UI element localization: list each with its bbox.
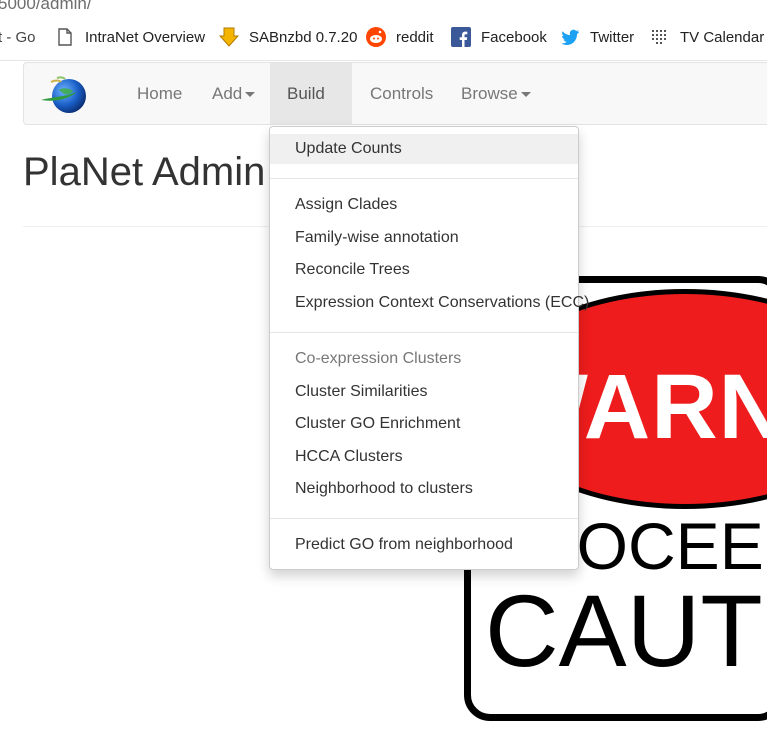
menu-divider [270,178,578,179]
top-navbar: Home Add Build Controls Browse [23,62,767,159]
caret-down-icon [520,92,531,98]
menu-item-ecc[interactable]: Expression Context Conservations (ECC) [270,288,589,318]
url-text: 5000/admin/ [0,0,92,13]
menu-item-cluster-go-enrichment[interactable]: Cluster GO Enrichment [270,409,578,439]
bookmark-sabnzbd[interactable]: SABnzbd 0.7.20 [218,26,357,48]
menu-item-assign-clades[interactable]: Assign Clades [270,190,578,220]
menu-divider [270,518,578,519]
reddit-icon [366,27,386,47]
bookmark-facebook[interactable]: Facebook [451,26,547,48]
twitter-icon [560,27,580,47]
tv-calendar-icon [650,27,670,47]
bookmark-truncated[interactable]: t - Go [0,26,36,48]
bookmark-intranet-overview[interactable]: IntraNet Overview [55,26,205,48]
menu-item-hcca-clusters[interactable]: HCCA Clusters [270,442,578,472]
sabnzbd-icon [218,27,240,47]
menu-item-neighborhood-to-clusters[interactable]: Neighborhood to clusters [270,474,578,504]
menu-item-reconcile-trees[interactable]: Reconcile Trees [270,255,578,285]
build-dropdown-menu: Update Counts Assign Clades Family-wise … [269,126,589,570]
page-icon [55,27,75,47]
nav-browse[interactable]: Browse [445,63,547,124]
bookmark-tv-calendar[interactable]: TV Calendar [650,26,764,48]
sign-caution-text: CAUT [485,574,763,688]
menu-item-update-counts[interactable]: Update Counts [270,134,578,164]
nav-add[interactable]: Add [196,63,271,124]
bookmarks-bar: t - Go IntraNet Overview SABnzbd 0.7.20 … [0,14,767,61]
bookmark-reddit[interactable]: reddit [366,26,434,48]
page-title: PlaNet Admin p [23,150,299,194]
address-bar[interactable]: 5000/admin/ [0,0,767,14]
menu-header-coexpression-clusters: Co-expression Clusters [295,350,462,367]
menu-item-predict-go[interactable]: Predict GO from neighborhood [270,530,578,560]
menu-item-cluster-similarities[interactable]: Cluster Similarities [270,377,578,407]
nav-home[interactable]: Home [121,63,198,124]
nav-build[interactable]: Build [270,63,352,159]
menu-item-family-wise-annotation[interactable]: Family-wise annotation [270,223,578,253]
caret-down-icon [245,92,256,98]
nav-controls[interactable]: Controls [354,63,449,124]
menu-divider [270,332,578,333]
facebook-icon [451,27,471,47]
planet-logo[interactable] [39,74,95,116]
bookmark-twitter[interactable]: Twitter [560,26,634,48]
